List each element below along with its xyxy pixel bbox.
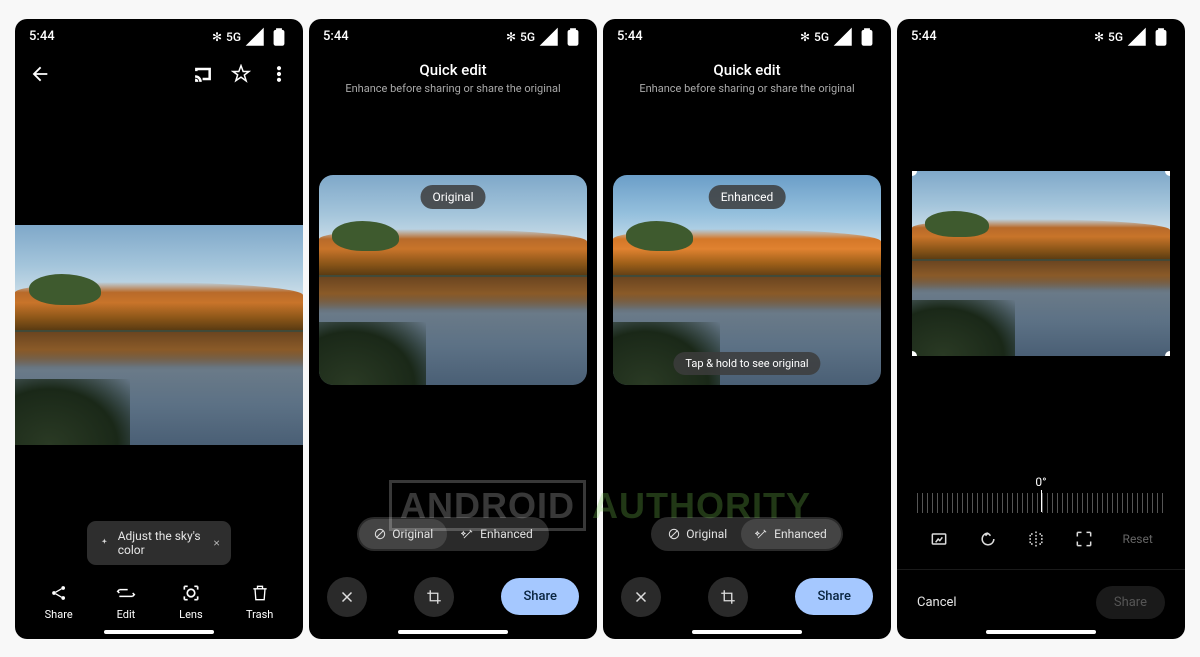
status-indicators: ✻ 5G (800, 27, 877, 47)
preview-badge: Original (421, 185, 486, 209)
crop-controls: 0° Reset (897, 455, 1185, 569)
crop-button[interactable] (708, 577, 748, 617)
header-title: Quick edit (329, 61, 577, 79)
share-icon (49, 583, 69, 603)
header-subtitle: Enhance before sharing or share the orig… (623, 82, 871, 95)
close-button[interactable] (327, 577, 367, 617)
home-indicator[interactable] (104, 630, 214, 634)
photo-preview[interactable]: Enhanced Tap & hold to see original (613, 175, 881, 385)
top-toolbar (15, 51, 303, 97)
enhance-toggle: Original Enhanced (309, 503, 597, 559)
screen-photo-viewer: 5:44 ✻ 5G Adjust the sky's color (15, 19, 303, 639)
lens-button[interactable]: Lens (179, 583, 203, 621)
rotation-angle: 0° (897, 475, 1185, 489)
status-time: 5:44 (617, 29, 643, 44)
edit-icon (116, 583, 136, 603)
status-indicators: ✻ 5G (506, 27, 583, 47)
back-icon[interactable] (29, 63, 51, 85)
screen-crop: 5:44 ✻ 5G 0° (897, 19, 1185, 639)
status-indicators: ✻ 5G (212, 27, 289, 47)
status-time: 5:44 (911, 29, 937, 44)
share-button[interactable]: Share (795, 578, 873, 615)
wand-icon (461, 527, 475, 541)
crop-icon (719, 588, 737, 606)
bottom-actions: Share Edit Lens Trash (15, 573, 303, 639)
crop-icon (425, 588, 443, 606)
flip-icon[interactable] (1026, 529, 1046, 549)
toggle-original[interactable]: Original (359, 519, 447, 549)
status-bar: 5:44 ✻ 5G (603, 19, 891, 51)
bottom-bar: Share (309, 559, 597, 639)
bottom-bar: Share (603, 559, 891, 639)
signal-icon (245, 27, 265, 47)
share-button[interactable]: Share (45, 583, 73, 621)
photo-image (15, 225, 303, 445)
quick-edit-header: Quick edit Enhance before sharing or sha… (603, 51, 891, 115)
close-icon (338, 588, 356, 606)
battery-icon (857, 27, 877, 47)
rotation-slider[interactable] (917, 493, 1165, 513)
share-button-disabled: Share (1096, 586, 1165, 619)
crop-bottom-bar: Cancel Share (897, 569, 1185, 639)
screen-quick-edit-enhanced: 5:44 ✻ 5G Quick edit Enhance before shar… (603, 19, 891, 639)
status-time: 5:44 (29, 29, 55, 44)
quick-edit-header: Quick edit Enhance before sharing or sha… (309, 51, 597, 115)
trash-button[interactable]: Trash (246, 583, 273, 621)
sparkle-icon (99, 536, 110, 550)
block-icon (667, 527, 681, 541)
edit-button[interactable]: Edit (116, 583, 136, 621)
more-icon[interactable] (269, 64, 289, 84)
suggestion-chip[interactable]: Adjust the sky's color (87, 521, 231, 565)
toggle-enhanced[interactable]: Enhanced (447, 519, 547, 549)
crop-handle-br[interactable] (1165, 351, 1170, 356)
toggle-original[interactable]: Original (653, 519, 741, 549)
cast-icon[interactable] (193, 64, 213, 84)
status-bar: 5:44 ✻ 5G (309, 19, 597, 51)
close-icon[interactable] (212, 537, 221, 549)
battery-icon (269, 27, 289, 47)
header-title: Quick edit (623, 61, 871, 79)
toggle-enhanced[interactable]: Enhanced (741, 519, 841, 549)
aspect-icon[interactable] (929, 529, 949, 549)
signal-icon (1127, 27, 1147, 47)
wand-icon (755, 527, 769, 541)
enhance-toggle: Original Enhanced (603, 503, 891, 559)
close-icon (632, 588, 650, 606)
status-indicators: ✻ 5G (1094, 27, 1171, 47)
status-bar: 5:44 ✻ 5G (897, 19, 1185, 51)
cancel-button[interactable]: Cancel (917, 595, 957, 610)
screen-quick-edit-original: 5:44 ✻ 5G Quick edit Enhance before shar… (309, 19, 597, 639)
status-bar: 5:44 ✻ 5G (15, 19, 303, 51)
close-button[interactable] (621, 577, 661, 617)
photo-viewport[interactable] (15, 97, 303, 573)
rotate-icon[interactable] (978, 529, 998, 549)
battery-icon (563, 27, 583, 47)
home-indicator[interactable] (986, 630, 1096, 634)
suggestion-text: Adjust the sky's color (118, 529, 204, 557)
crop-button[interactable] (414, 577, 454, 617)
crop-viewport[interactable] (912, 171, 1170, 356)
status-time: 5:44 (323, 29, 349, 44)
preview-badge: Enhanced (709, 185, 786, 209)
expand-icon[interactable] (1074, 529, 1094, 549)
signal-icon (539, 27, 559, 47)
block-icon (373, 527, 387, 541)
header-subtitle: Enhance before sharing or share the orig… (329, 82, 577, 95)
photo-preview[interactable]: Original (319, 175, 587, 385)
crop-handle-tr[interactable] (1165, 171, 1170, 176)
battery-icon (1151, 27, 1171, 47)
star-icon[interactable] (231, 64, 251, 84)
reset-button[interactable]: Reset (1123, 532, 1153, 546)
trash-icon (250, 583, 270, 603)
signal-icon (833, 27, 853, 47)
preview-hint: Tap & hold to see original (673, 352, 820, 375)
share-button[interactable]: Share (501, 578, 579, 615)
lens-icon (181, 583, 201, 603)
home-indicator[interactable] (398, 630, 508, 634)
home-indicator[interactable] (692, 630, 802, 634)
